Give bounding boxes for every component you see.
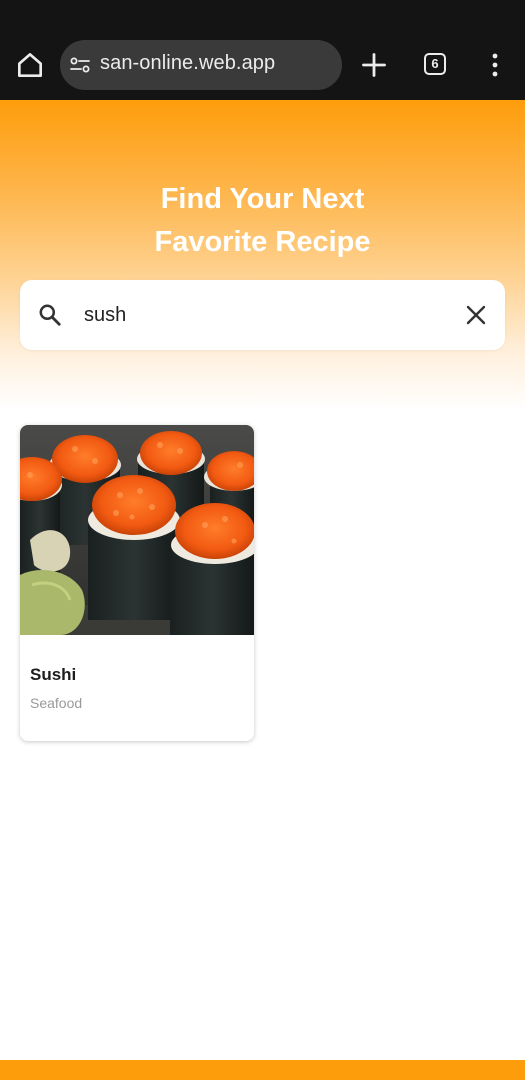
plus-icon[interactable]	[360, 51, 388, 79]
search-input[interactable]	[84, 300, 444, 330]
footer-bar	[0, 1060, 525, 1080]
hero-title: Find Your Next Favorite Recipe	[0, 178, 525, 264]
tab-count: 6	[431, 56, 439, 71]
recipe-card[interactable]: Sushi Seafood	[20, 425, 254, 741]
close-icon[interactable]	[464, 303, 488, 327]
hero-title-line1: Find Your Next	[160, 183, 365, 215]
home-icon[interactable]	[14, 49, 46, 81]
recipe-category: Seafood	[30, 695, 83, 711]
more-vert-icon[interactable]	[484, 52, 506, 78]
recipe-name: Sushi	[30, 665, 77, 684]
address-bar[interactable]: san-online.web.app	[60, 40, 342, 90]
tab-switcher-icon[interactable]: 6	[424, 53, 446, 75]
hero-section: Find Your Next Favorite Recipe	[0, 100, 525, 410]
sushi-photo	[20, 425, 254, 635]
hero-title-line2: Favorite Recipe	[154, 226, 371, 258]
search-box[interactable]	[20, 280, 505, 350]
browser-toolbar: san-online.web.app 6	[0, 0, 525, 100]
url-text[interactable]: san-online.web.app	[100, 52, 275, 75]
search-icon	[39, 304, 61, 326]
site-info-icon[interactable]	[68, 53, 92, 77]
